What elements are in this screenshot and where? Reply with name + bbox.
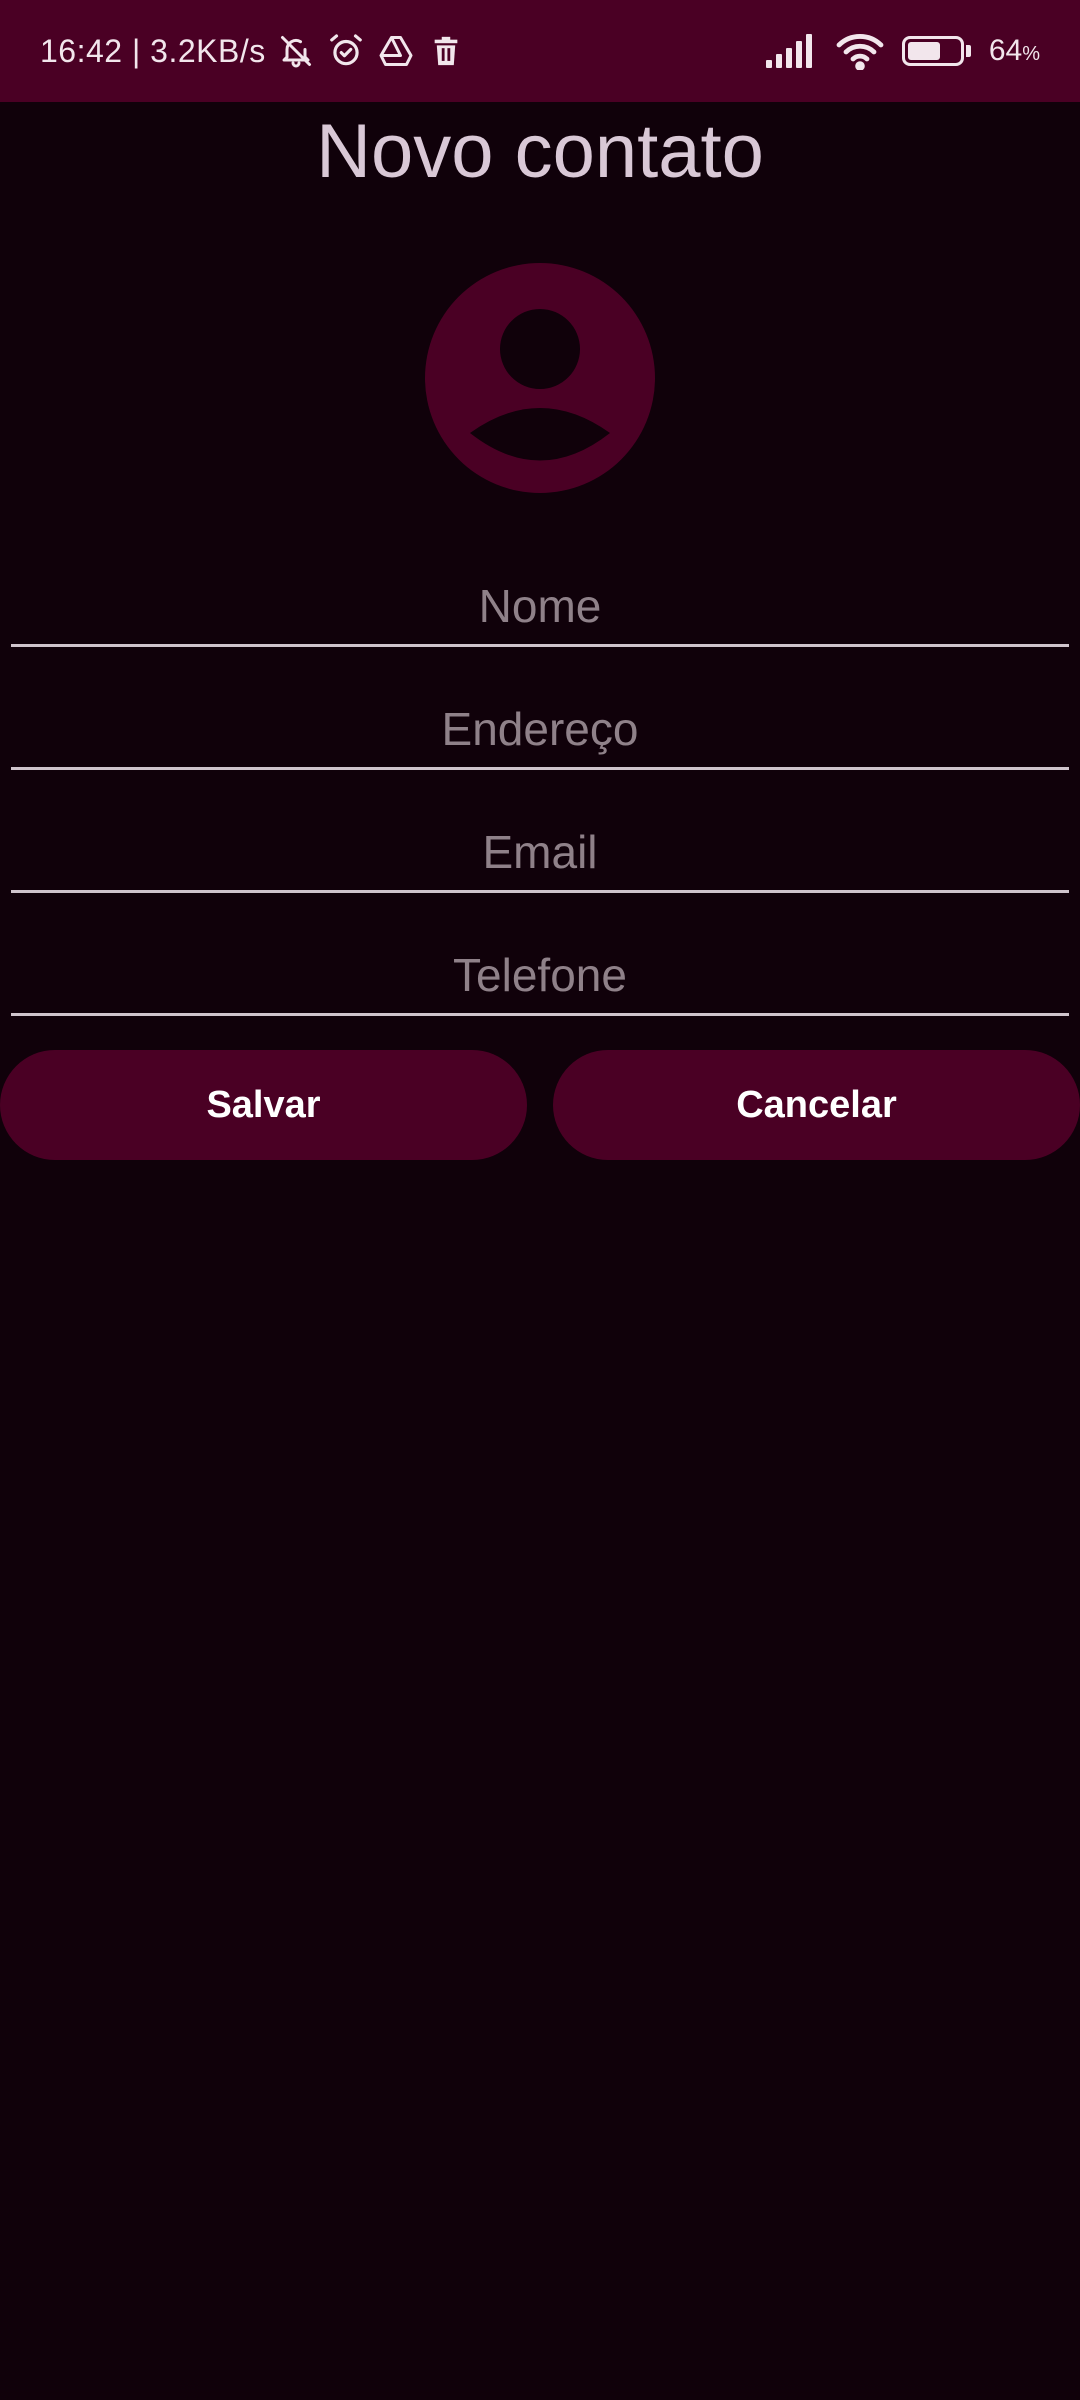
signal-icon	[765, 31, 818, 71]
trash-icon	[426, 31, 466, 71]
alarm-icon	[326, 31, 366, 71]
battery-fill	[907, 42, 940, 60]
phone-input[interactable]	[11, 936, 1069, 1014]
battery-percentage: 64%	[988, 34, 1040, 67]
email-field[interactable]	[11, 813, 1069, 893]
address-input[interactable]	[11, 690, 1069, 768]
status-time-speed: 16:42 | 3.2KB/s	[40, 32, 266, 69]
wifi-icon	[836, 31, 884, 71]
phone-field[interactable]	[11, 936, 1069, 1016]
address-field[interactable]	[11, 690, 1069, 770]
name-input[interactable]	[11, 567, 1069, 645]
battery-icon	[901, 36, 971, 66]
contact-photo[interactable]	[425, 263, 655, 493]
email-input[interactable]	[11, 813, 1069, 891]
status-bar-right: 64%	[765, 0, 1040, 102]
drive-icon	[376, 31, 416, 71]
name-field[interactable]	[11, 567, 1069, 647]
cancel-button[interactable]: Cancelar	[553, 1050, 1080, 1160]
avatar-icon	[425, 263, 655, 493]
status-bar: 16:42 | 3.2KB/s 64%	[0, 0, 1080, 102]
status-bar-left: 16:42 | 3.2KB/s	[40, 0, 466, 102]
bell-off-icon	[276, 31, 316, 71]
save-button[interactable]: Salvar	[0, 1050, 527, 1160]
page-title: Novo contato	[316, 109, 764, 194]
